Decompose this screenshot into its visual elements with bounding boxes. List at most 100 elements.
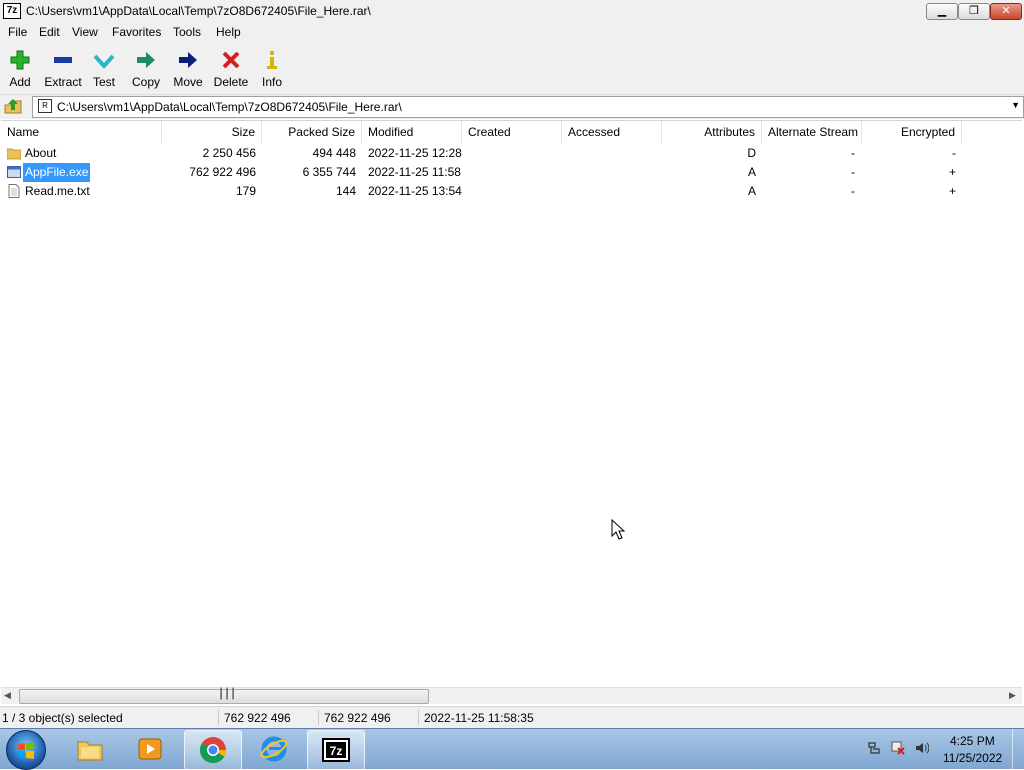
action-center-icon[interactable] [867,741,881,755]
file-encrypted: - [952,146,956,160]
close-button[interactable]: ✕ [990,3,1022,20]
status-bar: 1 / 3 object(s) selected 762 922 496 762… [0,706,1024,729]
scroll-left-icon[interactable]: ◀ [4,690,11,701]
menu-tools[interactable]: Tools [173,25,201,39]
file-row[interactable]: About 2 250 456 494 448 2022-11-25 12:28… [1,144,1022,163]
folder-up-icon[interactable] [3,97,23,117]
column-size[interactable]: Size [162,121,262,143]
menu-file[interactable]: File [8,25,27,39]
close-icon: ✕ [1001,5,1011,17]
restore-icon: ❐ [969,5,979,17]
column-encrypted[interactable]: Encrypted [862,121,962,143]
file-size: 2 250 456 [202,146,256,160]
file-alternate-stream: - [851,146,855,160]
column-header-row: Name Size Packed Size Modified Created A… [1,120,1022,144]
file-list: About 2 250 456 494 448 2022-11-25 12:28… [1,143,1022,686]
file-alternate-stream: - [851,184,855,198]
add-button[interactable]: Add [0,46,42,92]
file-size: 762 922 496 [189,165,256,179]
status-modified: 2022-11-25 11:58:35 [424,711,534,725]
column-alternate-stream[interactable]: Alternate Stream [762,121,862,143]
minimize-button[interactable]: ▁ [926,3,958,20]
exe-file-icon [7,166,21,178]
copy-label: Copy [131,75,160,89]
taskbar: 7z 4:25 PM 11/25/2022 [0,728,1024,770]
move-button[interactable]: Move [166,46,210,92]
windows-logo-icon [18,742,34,759]
file-modified: 2022-11-25 13:54 [368,184,462,198]
copy-button[interactable]: Copy [124,46,168,92]
media-player-icon [138,738,162,760]
column-attributes[interactable]: Attributes [662,121,762,143]
file-name: Read.me.txt [25,184,90,198]
test-label: Test [92,75,115,89]
file-row[interactable]: Read.me.txt 179 144 2022-11-25 13:54 A -… [1,182,1022,201]
delete-x-icon [222,51,240,69]
start-button[interactable] [6,730,46,770]
info-button[interactable]: Info [250,46,294,92]
status-separator [418,710,419,725]
address-field[interactable]: R C:\Users\vm1\AppData\Local\Temp\7zO8D6… [32,96,1024,118]
file-row[interactable]: AppFile.exe 762 922 496 6 355 744 2022-1… [1,163,1022,182]
info-icon [267,51,277,69]
taskbar-internet-explorer[interactable] [246,730,302,768]
menu-edit[interactable]: Edit [39,25,60,39]
extract-button[interactable]: Extract [41,46,85,92]
extract-label: Extract [44,75,82,89]
column-modified[interactable]: Modified [362,121,462,143]
info-label: Info [261,75,282,89]
file-accessed [568,163,662,182]
column-name[interactable]: Name [1,121,162,143]
file-created [468,144,562,163]
column-created[interactable]: Created [462,121,562,143]
status-size: 762 922 496 [224,711,291,725]
svg-text:7z: 7z [330,744,343,758]
test-button[interactable]: Test [82,46,126,92]
scroll-right-icon[interactable]: ▶ [1009,690,1016,701]
file-modified: 2022-11-25 11:58 [368,165,461,179]
file-size: 179 [235,184,256,198]
status-separator [318,710,319,725]
column-packed-size[interactable]: Packed Size [262,121,362,143]
clock-time[interactable]: 4:25 PM [950,734,995,748]
file-attributes: A [747,165,756,179]
restore-button[interactable]: ❐ [958,3,990,20]
scrollbar-thumb[interactable]: ┃┃┃ [19,689,429,704]
volume-icon[interactable] [915,741,929,755]
file-accessed [568,182,662,201]
taskbar-7zip[interactable]: 7z [307,730,365,770]
taskbar-chrome[interactable] [184,730,242,770]
file-name: AppFile.exe [23,163,91,182]
mouse-cursor-icon [611,519,625,540]
file-modified: 2022-11-25 12:28 [368,146,462,160]
address-row: R C:\Users\vm1\AppData\Local\Temp\7zO8D6… [0,95,1024,119]
taskbar-explorer[interactable] [62,730,118,768]
show-desktop-button[interactable] [1012,729,1024,769]
title-bar: 7z C:\Users\vm1\AppData\Local\Temp\7zO8D… [0,0,1024,23]
move-label: Move [173,75,203,89]
delete-button[interactable]: Delete [209,46,253,92]
menu-help[interactable]: Help [216,25,241,39]
status-separator [218,710,219,725]
file-packed-size: 6 355 744 [302,165,356,179]
chevron-down-icon[interactable]: ▼ [1011,100,1020,110]
file-created [468,182,562,201]
clock-date[interactable]: 11/25/2022 [943,751,1002,765]
7zip-app-icon[interactable]: 7z [3,3,21,19]
chrome-icon [199,737,227,764]
network-disconnected-icon[interactable] [891,741,905,755]
menu-view[interactable]: View [72,25,98,39]
file-encrypted: + [948,184,956,198]
delete-label: Delete [213,75,249,89]
text-file-icon [8,184,20,198]
minimize-icon: ▁ [937,5,947,17]
taskbar-media-player[interactable] [122,730,178,768]
file-encrypted: + [948,165,956,179]
7zip-icon: 7z [322,738,350,762]
status-selection: 1 / 3 object(s) selected [2,711,123,725]
menu-favorites[interactable]: Favorites [112,25,161,39]
file-explorer-icon [77,741,103,761]
horizontal-scrollbar[interactable]: ◀ ┃┃┃ ▶ [1,687,1022,704]
plus-icon [10,50,30,70]
column-accessed[interactable]: Accessed [562,121,662,143]
